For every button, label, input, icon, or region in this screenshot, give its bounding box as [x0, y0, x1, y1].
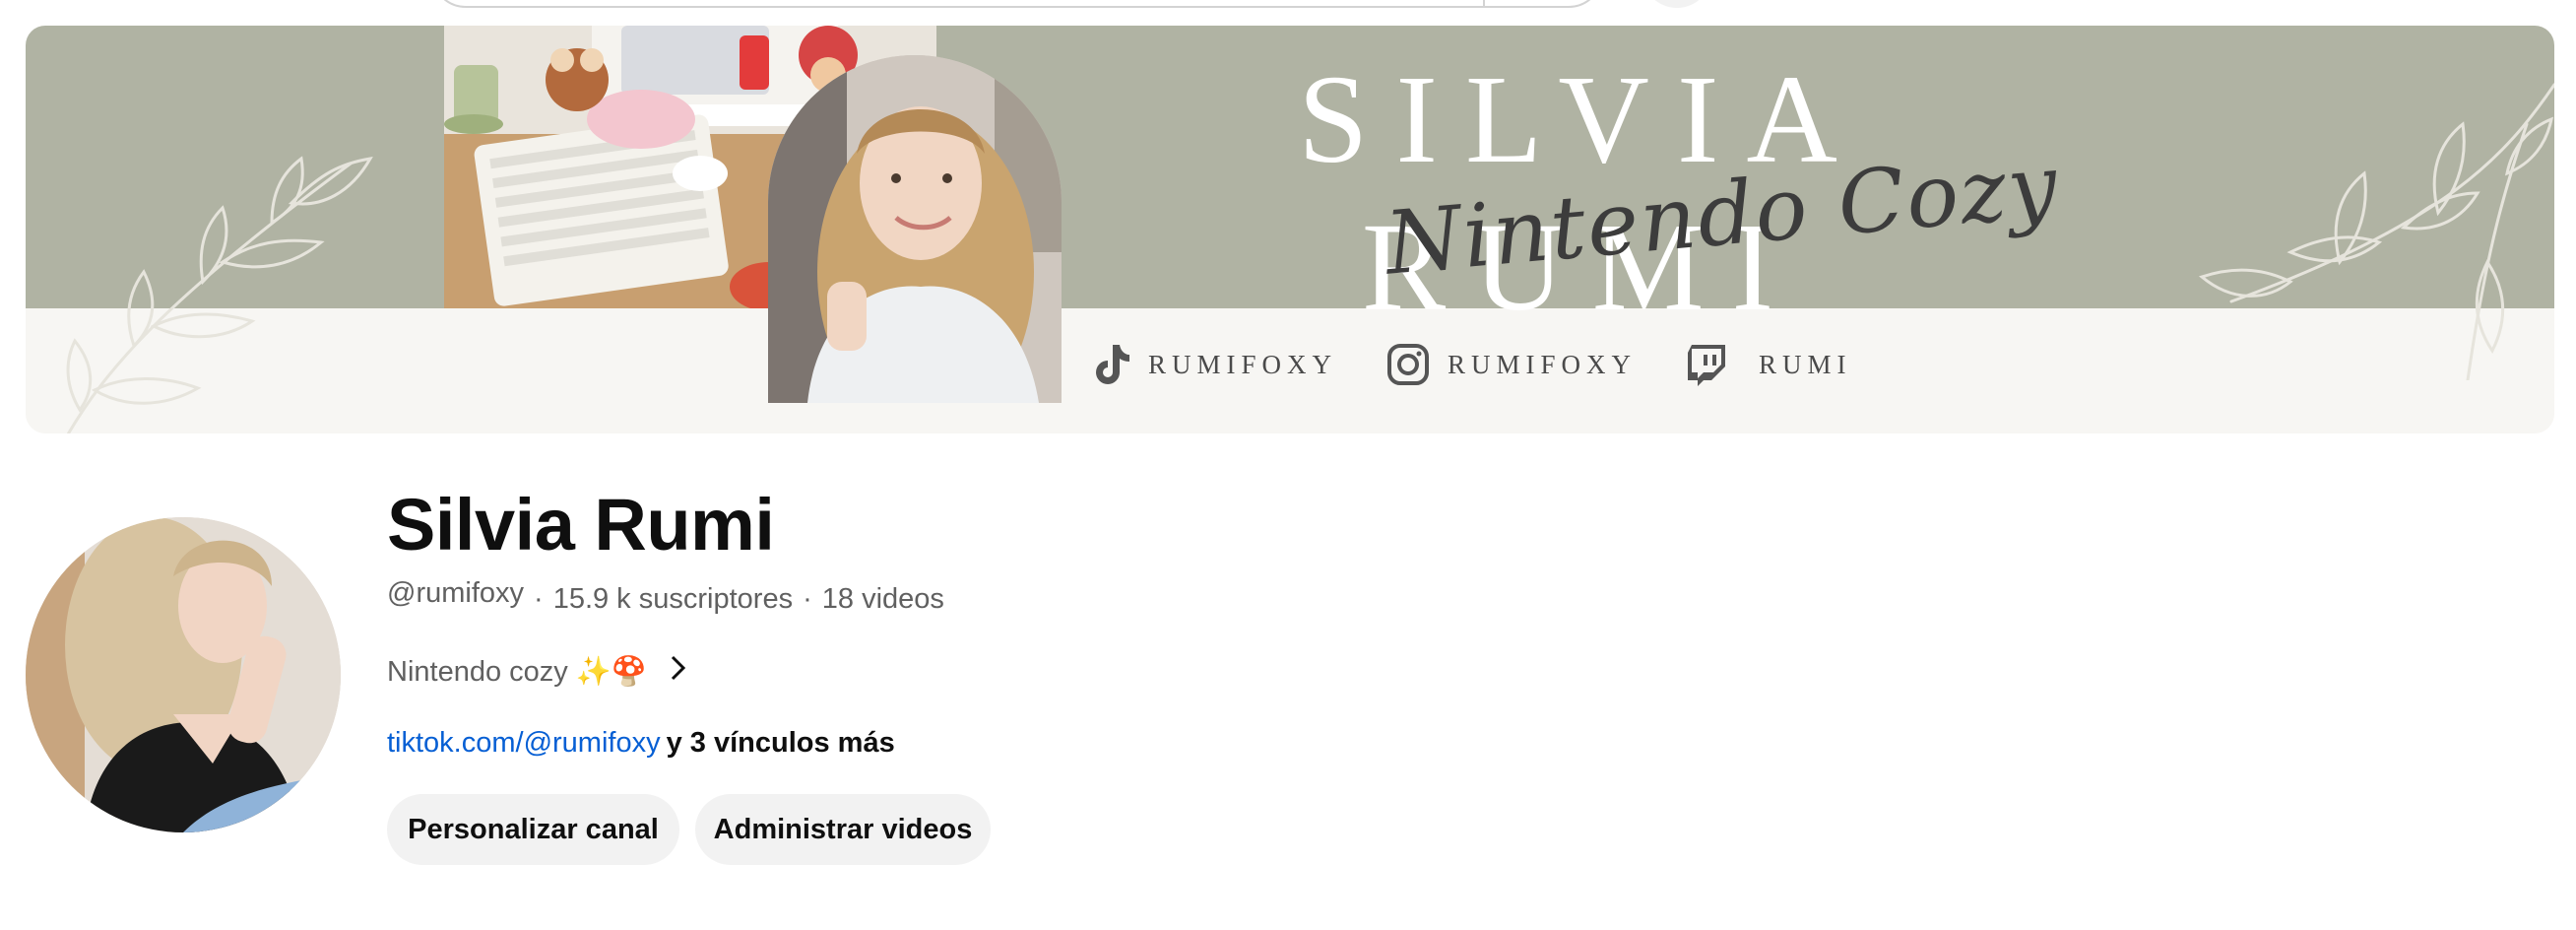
- voice-search-button[interactable]: [1642, 0, 1711, 8]
- twitch-handle: RUMI: [1759, 349, 1852, 379]
- search-bar[interactable]: [431, 0, 1603, 8]
- tiktok-handle: RUMIFOXY: [1148, 349, 1338, 379]
- portrait-illustration: [768, 55, 1062, 403]
- tiktok-icon: [1096, 345, 1129, 384]
- banner-social-twitch: RUMI: [1686, 343, 1852, 386]
- tiktok-link[interactable]: tiktok.com/@rumifoxy: [387, 727, 661, 759]
- instagram-icon: [1387, 344, 1429, 385]
- channel-meta: @rumifoxy · 15.9 k suscriptores · 18 vid…: [387, 577, 944, 616]
- banner-social-tiktok: RUMIFOXY: [1091, 343, 1337, 386]
- manage-videos-button[interactable]: Administrar videos: [695, 794, 991, 865]
- meta-separator: ·: [534, 583, 544, 615]
- channel-description[interactable]: Nintendo cozy ✨🍄: [387, 654, 688, 690]
- channel-banner: SILVIA RUMI Nintendo Cozy RUMIFOXY RUMIF…: [26, 26, 2554, 433]
- customize-channel-button[interactable]: Personalizar canal: [387, 794, 679, 865]
- meta-separator: ·: [803, 583, 812, 615]
- banner-portrait-photo: [768, 55, 1062, 403]
- more-links[interactable]: y 3 vínculos más: [667, 727, 895, 759]
- avatar-illustration: [26, 517, 341, 832]
- twitch-icon: [1688, 345, 1725, 386]
- channel-handle: @rumifoxy: [387, 577, 525, 609]
- video-count: 18 videos: [821, 583, 944, 615]
- banner-social-instagram: RUMIFOXY: [1386, 343, 1637, 386]
- tabs-row-partial: [0, 918, 1083, 930]
- search-divider: [1483, 0, 1485, 8]
- channel-name: Silvia Rumi: [387, 484, 775, 565]
- leaf-decoration-right: [2198, 83, 2554, 380]
- chevron-right-icon[interactable]: [669, 654, 688, 690]
- description-text: Nintendo cozy ✨🍄: [387, 656, 648, 688]
- channel-links: tiktok.com/@rumifoxy y 3 vínculos más: [387, 727, 895, 760]
- leaf-decoration-left: [66, 156, 373, 433]
- instagram-handle: RUMIFOXY: [1448, 349, 1638, 379]
- channel-avatar[interactable]: [26, 517, 341, 832]
- subscriber-count: 15.9 k suscriptores: [552, 583, 794, 615]
